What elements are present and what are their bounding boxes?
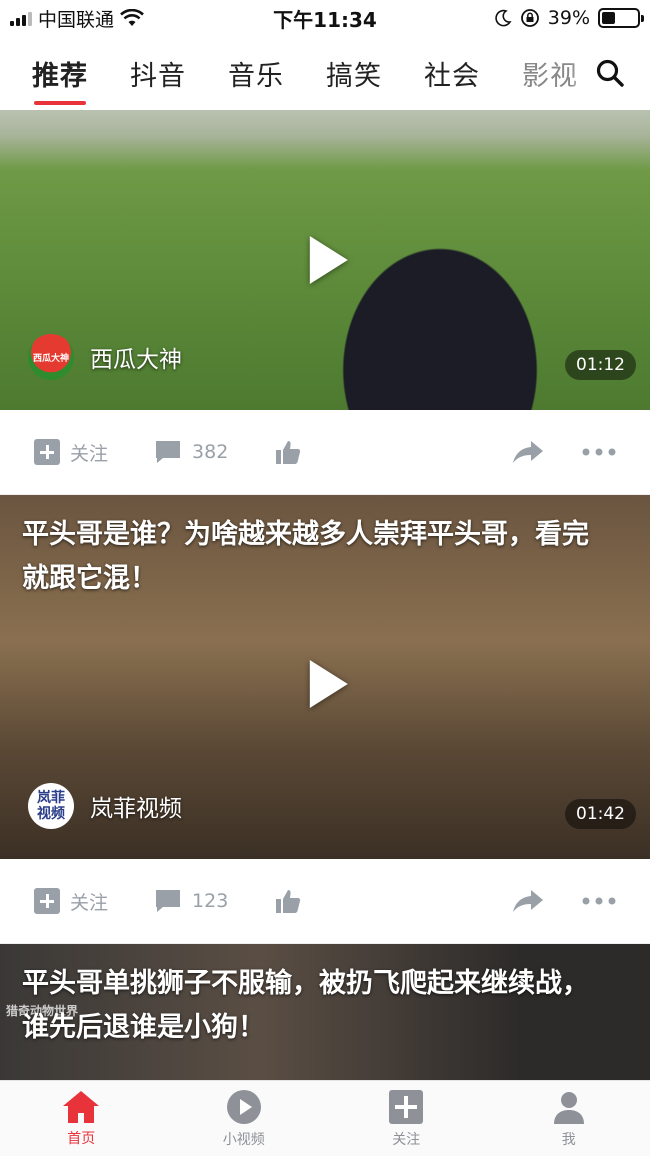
search-icon <box>596 59 624 87</box>
search-button[interactable] <box>570 36 650 110</box>
plus-square-icon <box>389 1089 424 1124</box>
share-button[interactable] <box>512 889 544 913</box>
category-tabs: 推荐 抖音 音乐 搞笑 社会 影视 <box>0 36 650 110</box>
nav-follow[interactable]: 关注 <box>325 1081 488 1156</box>
like-button[interactable] <box>274 887 302 915</box>
more-button[interactable] <box>582 448 616 456</box>
comment-icon <box>156 890 181 912</box>
thumbs-up-icon <box>276 441 301 464</box>
follow-label: 关注 <box>70 442 109 465</box>
video-action-bar: 关注 123 <box>0 859 650 943</box>
tab-music[interactable]: 音乐 <box>228 54 284 93</box>
tab-douyin[interactable]: 抖音 <box>130 54 186 93</box>
video-title[interactable]: 平头哥单挑狮子不服输，被扔飞爬起来继续战，谁先后退谁是小狗！ <box>22 962 610 1050</box>
author-name[interactable]: 岚菲视频 <box>90 789 182 823</box>
nav-me[interactable]: 我 <box>488 1081 650 1156</box>
follow-button[interactable]: 关注 <box>34 888 108 915</box>
play-icon[interactable] <box>309 236 348 284</box>
play-icon[interactable] <box>309 660 348 709</box>
status-bar: 中国联通 下午11:34 39% <box>0 0 650 36</box>
video-title[interactable]: 平头哥是谁？为啥越来越多人崇拜平头哥，看完就跟它混！ <box>22 513 610 601</box>
video-duration: 01:12 <box>565 350 636 380</box>
rotation-lock-icon <box>520 9 539 27</box>
battery-icon <box>598 8 644 28</box>
battery-percent: 39% <box>547 7 590 29</box>
nav-short-video[interactable]: 小视频 <box>163 1081 326 1156</box>
video-author[interactable]: 岚菲视频 岚菲视频 <box>28 783 182 829</box>
video-card[interactable]: 猎奇动物世界 平头哥单挑狮子不服输，被扔飞爬起来继续战，谁先后退谁是小狗！ <box>0 944 650 1080</box>
play-circle-icon <box>226 1089 261 1124</box>
nav-home-label: 首页 <box>67 1130 96 1147</box>
nav-follow-label: 关注 <box>392 1131 421 1148</box>
share-icon <box>513 890 543 912</box>
plus-icon <box>34 439 60 465</box>
author-name[interactable]: 西瓜大神 <box>90 340 182 374</box>
tab-recommended[interactable]: 推荐 <box>32 54 88 105</box>
plus-icon <box>34 888 60 914</box>
carrier-name: 中国联通 <box>38 8 115 31</box>
bottom-nav: 首页 小视频 关注 我 <box>0 1080 650 1156</box>
comment-count: 382 <box>192 441 229 463</box>
video-author[interactable]: 西瓜大神 西瓜大神 <box>28 334 182 380</box>
video-card[interactable]: 西瓜大神 西瓜大神 01:12 <box>0 110 650 410</box>
user-icon <box>553 1091 584 1124</box>
video-action-bar: 关注 382 <box>0 410 650 494</box>
wifi-icon <box>120 9 144 26</box>
comment-count: 123 <box>192 890 229 912</box>
nav-short-video-label: 小视频 <box>222 1131 265 1148</box>
signal-icon <box>10 10 32 26</box>
avatar[interactable]: 岚菲视频 <box>28 783 74 829</box>
comment-button[interactable]: 382 <box>154 439 228 465</box>
nav-home[interactable]: 首页 <box>0 1081 163 1156</box>
tab-society[interactable]: 社会 <box>424 54 480 93</box>
nav-me-label: 我 <box>561 1131 576 1148</box>
more-button[interactable] <box>582 897 616 905</box>
thumbs-up-icon <box>276 890 301 913</box>
share-button[interactable] <box>512 440 544 464</box>
like-button[interactable] <box>274 438 302 466</box>
more-icon <box>582 897 616 905</box>
moon-icon <box>495 9 512 27</box>
follow-label: 关注 <box>70 891 109 914</box>
status-time: 下午11:34 <box>273 7 377 32</box>
home-icon <box>63 1090 100 1123</box>
follow-button[interactable]: 关注 <box>34 439 108 466</box>
comment-button[interactable]: 123 <box>154 888 228 914</box>
video-card[interactable]: 平头哥是谁？为啥越来越多人崇拜平头哥，看完就跟它混！ 岚菲视频 岚菲视频 01:… <box>0 495 650 859</box>
more-icon <box>582 448 616 456</box>
comment-icon <box>156 441 181 463</box>
video-duration: 01:42 <box>565 799 636 829</box>
avatar[interactable]: 西瓜大神 <box>28 334 74 380</box>
share-icon <box>513 441 543 463</box>
tab-funny[interactable]: 搞笑 <box>326 54 382 93</box>
